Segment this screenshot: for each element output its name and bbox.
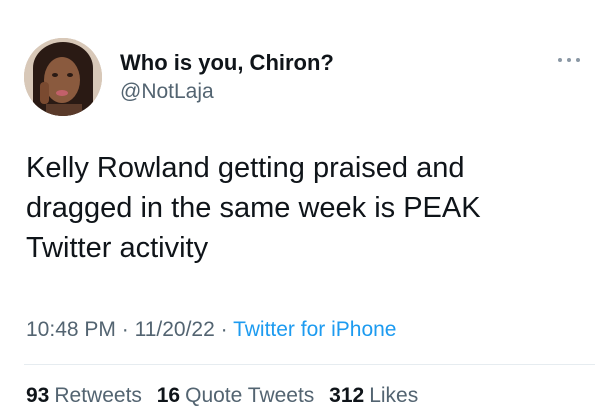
dot	[558, 58, 562, 62]
more-options-icon[interactable]	[556, 52, 582, 66]
avatar[interactable]	[24, 38, 102, 116]
retweets-stat[interactable]: 93 Retweets	[26, 384, 142, 407]
quote-tweets-label: Quote Tweets	[185, 384, 315, 407]
likes-stat[interactable]: 312 Likes	[329, 384, 418, 407]
dot	[576, 58, 580, 62]
retweets-count: 93	[26, 384, 50, 407]
tweet-source-link[interactable]: Twitter for iPhone	[233, 318, 396, 341]
tweet-time[interactable]: 10:48 PM	[26, 318, 116, 341]
tweet-meta: 10:48 PM · 11/20/22 · Twitter for iPhone	[26, 318, 396, 342]
author-handle[interactable]: @NotLaja	[120, 80, 214, 104]
likes-label: Likes	[369, 384, 419, 407]
retweets-label: Retweets	[54, 384, 142, 407]
author-display-name[interactable]: Who is you, Chiron?	[120, 50, 334, 76]
tweet-card: Who is you, Chiron? @NotLaja Kelly Rowla…	[0, 0, 595, 417]
quote-tweets-count: 16	[156, 384, 181, 407]
divider	[24, 364, 595, 365]
tweet-date[interactable]: 11/20/22	[135, 318, 215, 341]
quote-tweets-stat[interactable]: 16 Quote Tweets	[157, 384, 315, 407]
meta-separator: ·	[121, 318, 129, 341]
tweet-text: Kelly Rowland getting praised and dragge…	[26, 152, 481, 264]
engagement-stats: 93 Retweets 16 Quote Tweets 312 Likes	[26, 384, 427, 408]
meta-separator: ·	[220, 318, 228, 341]
profile-photo-icon	[24, 38, 102, 116]
dot	[567, 58, 571, 62]
likes-count: 312	[329, 384, 365, 407]
